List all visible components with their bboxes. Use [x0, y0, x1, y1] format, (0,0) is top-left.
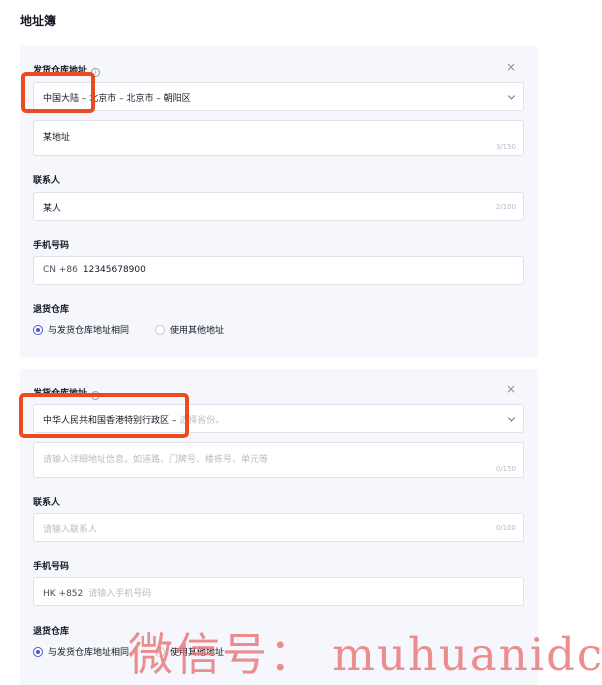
- detail-char-count: 3/150: [495, 143, 516, 151]
- contact-label: 联系人: [33, 498, 61, 508]
- radio-selected-icon: [33, 324, 43, 335]
- phone-input[interactable]: HK +852 请输入手机号码: [33, 577, 524, 606]
- radio-same-address[interactable]: 与发货仓库地址相同: [33, 323, 129, 336]
- phone-input[interactable]: CN +86 12345678900: [33, 256, 524, 285]
- region-select[interactable]: 中国大陆 – 北京市 – 北京市 – 朝阳区: [33, 82, 524, 111]
- close-icon[interactable]: ×: [506, 383, 516, 395]
- contact-placeholder: 请输入联系人: [43, 525, 98, 535]
- radio-label: 使用其他地址: [170, 326, 225, 336]
- highlight-box: [19, 393, 189, 438]
- country-code[interactable]: CN +86: [43, 265, 78, 275]
- contact-value: 某人: [43, 204, 62, 214]
- detail-address-placeholder: 请输入详细地址信息，如道路、门牌号、楼栋号、单元等: [43, 455, 269, 465]
- phone-value-row: HK +852 请输入手机号码: [43, 586, 151, 599]
- contact-char-count: 0/100: [495, 524, 516, 532]
- radio-same-address[interactable]: 与发货仓库地址相同: [33, 645, 129, 658]
- radio-selected-icon: [33, 646, 43, 657]
- highlight-box: [21, 72, 95, 113]
- watermark: 微信号： muhuanidc: [128, 628, 602, 681]
- contact-input[interactable]: 请输入联系人 0/100: [33, 513, 524, 542]
- contact-char-count: 2/100: [495, 203, 516, 211]
- close-icon[interactable]: ×: [506, 61, 516, 73]
- detail-address-input[interactable]: 某地址 3/150: [33, 120, 524, 156]
- radio-other-address[interactable]: 使用其他地址: [155, 323, 224, 336]
- phone-label: 手机号码: [33, 241, 70, 251]
- radio-empty-icon: [155, 324, 166, 335]
- detail-char-count: 0/150: [495, 465, 516, 473]
- phone-placeholder: 请输入手机号码: [88, 589, 152, 599]
- return-options: 与发货仓库地址相同 使用其他地址: [33, 323, 250, 336]
- radio-label: 与发货仓库地址相同: [48, 648, 130, 658]
- detail-address-value: 某地址: [43, 133, 71, 143]
- chevron-down-icon: [507, 91, 516, 100]
- radio-label: 与发货仓库地址相同: [48, 326, 130, 336]
- country-code[interactable]: HK +852: [43, 589, 83, 599]
- phone-number: 12345678900: [82, 265, 146, 275]
- chevron-down-icon: [507, 413, 516, 422]
- return-warehouse-label: 退货仓库: [33, 627, 70, 637]
- return-warehouse-label: 退货仓库: [33, 305, 70, 315]
- phone-value-row: CN +86 12345678900: [43, 265, 146, 275]
- address-card-1: 发货仓库地址 i × 中国大陆 – 北京市 – 北京市 – 朝阳区 某地址 3/1…: [20, 46, 538, 358]
- contact-input[interactable]: 某人 2/100: [33, 192, 524, 221]
- page-title: 地址簿: [20, 14, 57, 28]
- phone-label: 手机号码: [33, 562, 70, 572]
- contact-label: 联系人: [33, 176, 61, 186]
- detail-address-input[interactable]: 请输入详细地址信息，如道路、门牌号、楼栋号、单元等 0/150: [33, 442, 524, 478]
